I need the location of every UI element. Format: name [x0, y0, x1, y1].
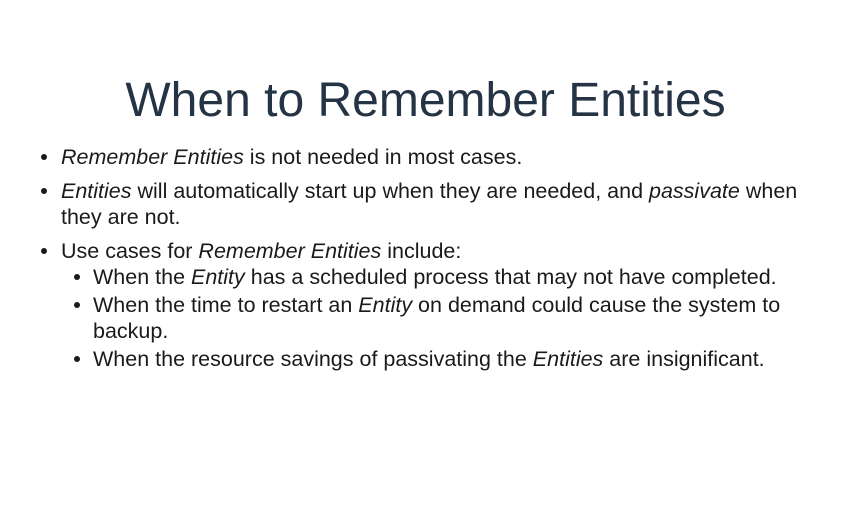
bullet-text-italic: Entities — [61, 179, 132, 203]
bullet-text-italic: Entities — [532, 347, 604, 371]
bullet-text: is not needed in most cases. — [243, 145, 523, 169]
bullet-text: When the resource savings of passivating… — [93, 347, 533, 371]
bullet-text: When the — [93, 265, 191, 289]
bullet-text: Use cases for — [61, 239, 199, 263]
sub-bullet-item: When the resource savings of passivating… — [71, 346, 818, 372]
sub-bullet-list: When the Entity has a scheduled process … — [71, 264, 818, 372]
bullet-text-italic: Entity — [191, 265, 245, 289]
bullet-text-italic: Entity — [358, 293, 413, 317]
bullet-list: Remember Entities is not needed in most … — [38, 144, 818, 380]
slide: When to Remember Entities Remember Entit… — [0, 0, 851, 520]
bullet-item: Entities will automatically start up whe… — [38, 178, 818, 230]
bullet-text: include: — [381, 239, 462, 263]
sub-bullet-item: When the Entity has a scheduled process … — [71, 264, 818, 290]
sub-bullet-item: When the time to restart an Entity on de… — [71, 292, 818, 344]
bullet-text: When the time to restart an — [93, 293, 359, 317]
slide-title: When to Remember Entities — [125, 74, 726, 127]
bullet-text-italic: Remember Entities — [61, 145, 244, 169]
bullet-text: will automatically start up when they ar… — [131, 179, 650, 203]
bullet-item: Use cases for Remember Entities include:… — [38, 238, 818, 372]
bullet-item: Remember Entities is not needed in most … — [38, 144, 818, 170]
bullet-text: are insignificant. — [603, 347, 765, 371]
bullet-text-italic: passivate — [649, 179, 740, 203]
bullet-text: has a scheduled process that may not hav… — [244, 265, 777, 289]
bullet-text-italic: Remember Entities — [198, 239, 382, 263]
